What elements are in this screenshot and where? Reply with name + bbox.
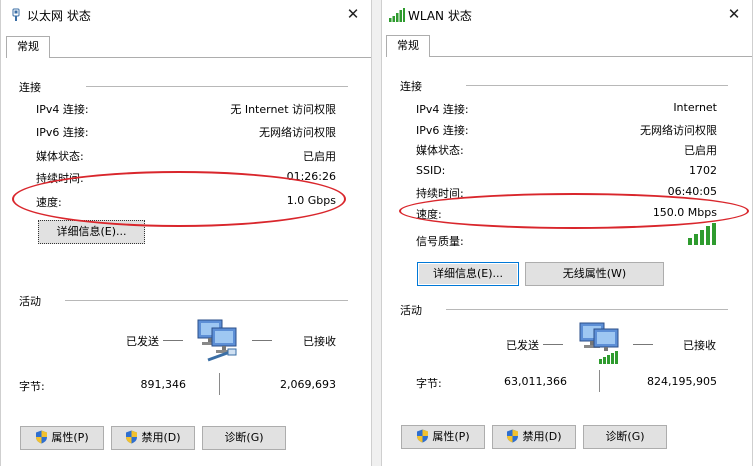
tab-strip: 常规: [1, 32, 371, 58]
bytes-received-value: 824,195,905: [647, 375, 717, 388]
duration-value: 06:40:05: [667, 185, 717, 198]
bytes-received-value: 2,069,693: [280, 378, 336, 391]
ipv4-value: 无 Internet 访问权限: [230, 103, 336, 116]
wireless-properties-button[interactable]: 无线属性(W): [525, 262, 664, 286]
disable-label: 禁用(D): [522, 430, 562, 443]
wifi-signal-icon: [389, 8, 405, 22]
duration-value: 01:26:26: [286, 170, 336, 183]
title-bar: 以太网 状态 ✕: [1, 0, 371, 30]
details-button[interactable]: 详细信息(E)...: [38, 220, 145, 244]
media-state-label: 媒体状态:: [416, 144, 464, 157]
speed-label: 速度:: [416, 208, 442, 221]
speed-value: 1.0 Gbps: [286, 194, 336, 207]
disable-label: 禁用(D): [141, 431, 181, 444]
media-state-value: 已启用: [684, 144, 717, 157]
disable-button[interactable]: 禁用(D): [492, 425, 576, 449]
wlan-status-window: WLAN 状态 ✕ 常规 连接 IPv4 连接: Internet IPv6 连…: [381, 0, 753, 466]
connection-group-label: 连接: [400, 80, 422, 93]
properties-button[interactable]: 属性(P): [401, 425, 485, 449]
properties-button[interactable]: 属性(P): [20, 426, 104, 450]
shield-icon: [417, 429, 429, 443]
bytes-label: 字节:: [19, 380, 45, 393]
media-state-label: 媒体状态:: [36, 150, 84, 163]
divider: [543, 344, 563, 345]
diagnose-button[interactable]: 诊断(G): [202, 426, 286, 450]
ipv4-label: IPv4 连接:: [416, 103, 469, 116]
window-title: WLAN 状态: [408, 9, 472, 23]
media-state-value: 已启用: [303, 150, 336, 163]
title-bar: WLAN 状态 ✕: [382, 0, 752, 30]
disable-button[interactable]: 禁用(D): [111, 426, 195, 450]
shield-icon: [36, 430, 48, 444]
ssid-label: SSID:: [416, 164, 446, 177]
general-panel: 连接 IPv4 连接: 无 Internet 访问权限 IPv6 连接: 无网络…: [6, 57, 371, 466]
divider: [65, 300, 348, 301]
ethernet-icon: [12, 8, 20, 21]
sent-label: 已发送: [126, 335, 159, 348]
bytes-sent-value: 891,346: [140, 378, 187, 391]
divider: [252, 340, 272, 341]
divider: [219, 373, 220, 395]
ipv6-value: 无网络访问权限: [640, 124, 717, 137]
ipv4-label: IPv4 连接:: [36, 103, 89, 116]
divider: [599, 370, 600, 392]
divider: [163, 340, 183, 341]
bytes-label: 字节:: [416, 377, 442, 390]
speed-value: 150.0 Mbps: [652, 206, 717, 219]
ipv6-label: IPv6 连接:: [416, 124, 469, 137]
divider: [446, 309, 728, 310]
properties-label: 属性(P): [51, 431, 89, 444]
ipv6-label: IPv6 连接:: [36, 126, 89, 139]
tab-general[interactable]: 常规: [6, 36, 50, 58]
close-button[interactable]: ✕: [343, 4, 363, 24]
received-label: 已接收: [683, 339, 716, 352]
activity-group-label: 活动: [19, 295, 41, 308]
window-title: 以太网 状态: [27, 9, 91, 23]
ipv6-value: 无网络访问权限: [259, 126, 336, 139]
divider: [633, 344, 653, 345]
details-button[interactable]: 详细信息(E)...: [417, 262, 519, 286]
divider: [372, 0, 381, 466]
wireless-computers-icon: [579, 322, 619, 364]
tab-general[interactable]: 常规: [386, 35, 430, 57]
ipv4-value: Internet: [673, 101, 717, 114]
ethernet-status-window: 以太网 状态 ✕ 常规 连接 IPv4 连接: 无 Internet 访问权限 …: [0, 0, 372, 466]
ssid-value: 1702: [689, 164, 717, 177]
duration-label: 持续时间:: [416, 187, 464, 200]
sent-label: 已发送: [506, 339, 539, 352]
divider: [86, 86, 348, 87]
received-label: 已接收: [303, 335, 336, 348]
signal-quality-label: 信号质量:: [416, 235, 464, 248]
close-button[interactable]: ✕: [724, 4, 744, 24]
diagnose-button[interactable]: 诊断(G): [583, 425, 667, 449]
connection-group-label: 连接: [19, 81, 41, 94]
network-computers-icon: [197, 319, 237, 362]
activity-group-label: 活动: [400, 304, 422, 317]
tab-strip: 常规: [382, 32, 752, 58]
divider: [466, 85, 728, 86]
speed-label: 速度:: [36, 196, 62, 209]
signal-bars-icon: [688, 223, 716, 245]
shield-icon: [126, 430, 138, 444]
properties-label: 属性(P): [432, 430, 470, 443]
duration-label: 持续时间:: [36, 172, 84, 185]
shield-icon: [507, 429, 519, 443]
general-panel: 连接 IPv4 连接: Internet IPv6 连接: 无网络访问权限 媒体…: [386, 56, 752, 466]
bytes-sent-value: 63,011,366: [504, 375, 567, 388]
